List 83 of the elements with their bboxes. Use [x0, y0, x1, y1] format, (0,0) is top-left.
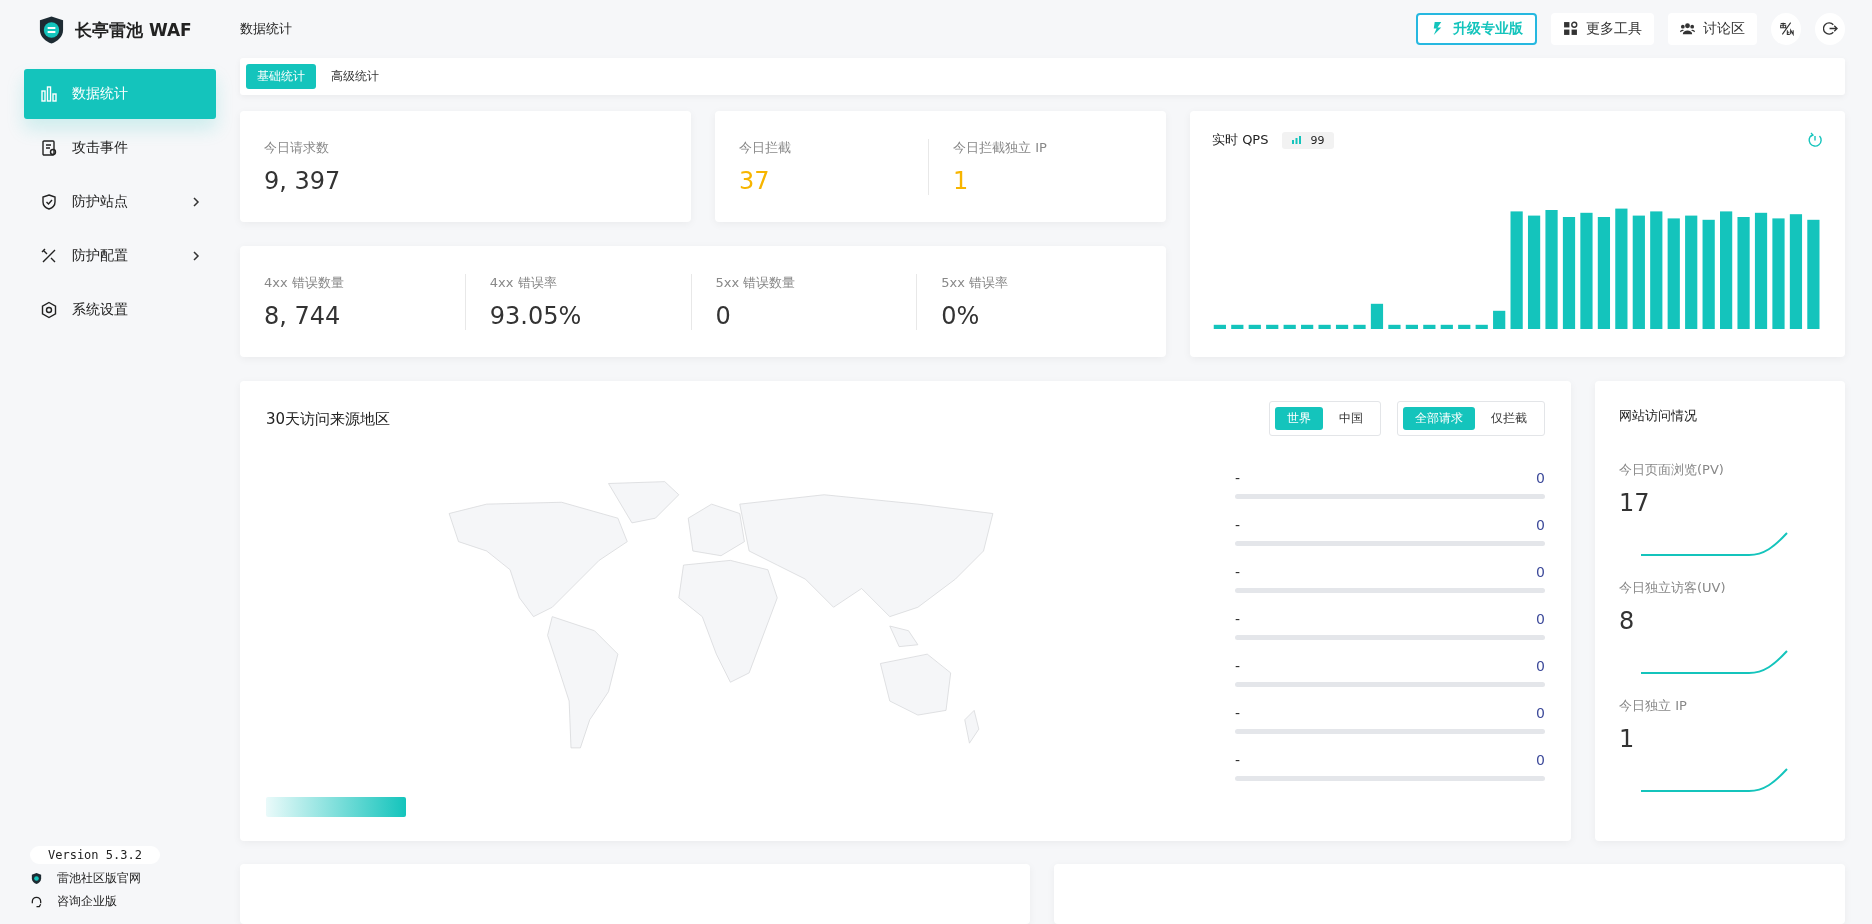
region-count: 0 — [1536, 517, 1545, 533]
qps-bar — [1301, 324, 1314, 329]
qps-bar — [1318, 324, 1331, 329]
stat-label: 4xx 错误数量 — [264, 273, 345, 292]
shield-icon — [30, 872, 43, 885]
stat-label: 4xx 错误率 — [489, 273, 558, 292]
region-count: 0 — [1536, 658, 1545, 674]
region-name: - — [1235, 658, 1241, 674]
shield-icon — [40, 193, 58, 211]
region-count: 0 — [1536, 611, 1545, 627]
qps-bar — [1353, 324, 1366, 329]
segment-option[interactable]: 中国 — [1327, 407, 1375, 430]
stat-label: 今日拦截独立 IP — [953, 138, 1048, 157]
stat-label: 5xx 错误率 — [941, 273, 1010, 292]
stat-label: 5xx 错误数量 — [715, 273, 797, 292]
settings-icon — [40, 301, 58, 319]
page-title: 数据统计 — [240, 19, 292, 38]
region-name: - — [1235, 705, 1241, 721]
qps-bar — [1423, 324, 1436, 329]
stat-value: 1 — [1619, 725, 1636, 753]
language-icon — [1778, 21, 1794, 37]
qps-title: 实时 QPS — [1212, 131, 1269, 149]
stat-value: 8 — [1619, 607, 1636, 635]
sidebar-item[interactable]: 攻击事件 — [24, 123, 216, 173]
qps-bar — [1335, 324, 1349, 329]
stat-value: 9, 397 — [264, 166, 341, 195]
apps-icon — [1563, 21, 1578, 37]
stat-value: 17 — [1619, 489, 1651, 517]
region-name: - — [1235, 564, 1241, 580]
region-count: 0 — [1536, 705, 1545, 721]
map-title: 30天访问来源地区 — [266, 410, 391, 429]
qps-bar — [1266, 324, 1279, 329]
sidebar-link[interactable]: 咨询企业版 — [30, 893, 240, 910]
logout-button[interactable] — [1815, 12, 1845, 45]
language-button[interactable] — [1771, 12, 1801, 45]
qps-bar — [1440, 324, 1453, 329]
sidebar-item[interactable]: 防护配置 — [24, 231, 216, 281]
qps-badge: 99 — [1282, 131, 1335, 149]
stat-value: 1 — [953, 166, 970, 195]
forum-button[interactable]: 讨论区 — [1668, 12, 1757, 45]
stat-label: 今日独立 IP — [1619, 697, 1688, 715]
stat-value: 93.05% — [489, 301, 583, 330]
region-name: - — [1235, 470, 1241, 486]
region-count: 0 — [1536, 564, 1545, 580]
qps-bar — [1405, 324, 1418, 329]
qps-bar — [1231, 324, 1244, 329]
tools-icon — [40, 247, 58, 265]
version-label: Version 5.3.2 — [30, 846, 160, 864]
region-count: 0 — [1536, 470, 1545, 486]
qps-bar — [1248, 324, 1261, 329]
qps-bar — [1283, 324, 1296, 329]
qps-bar — [1458, 324, 1471, 329]
qps-bar — [1388, 324, 1401, 329]
stat-label: 今日独立访客(UV) — [1619, 579, 1727, 597]
stat-label: 今日请求数 — [264, 138, 330, 157]
signal-icon — [1292, 136, 1303, 144]
region-count: 0 — [1536, 752, 1545, 768]
sidebar-item[interactable]: 系统设置 — [24, 285, 216, 335]
more-tools-button[interactable]: 更多工具 — [1551, 12, 1654, 45]
shield-logo-icon — [38, 15, 65, 45]
qps-bar — [1493, 310, 1506, 329]
users-icon — [1680, 21, 1695, 37]
segment-option[interactable]: 仅拦截 — [1479, 407, 1539, 430]
qps-bar — [1475, 324, 1488, 329]
stat-value: 8, 744 — [264, 301, 342, 330]
stat-value: 0 — [715, 301, 732, 330]
visits-title: 网站访问情况 — [1619, 407, 1698, 425]
sidebar-link[interactable]: 雷池社区版官网 — [30, 870, 240, 887]
stat-label: 今日拦截 — [739, 138, 792, 157]
stat-value: 0% — [941, 301, 981, 330]
qps-bar — [1370, 303, 1384, 329]
tab[interactable]: 高级统计 — [320, 63, 390, 89]
sidebar-item[interactable]: 防护站点 — [24, 177, 216, 227]
qps-bar — [1213, 324, 1226, 329]
region-name: - — [1235, 752, 1241, 768]
region-name: - — [1235, 611, 1241, 627]
stat-value: 37 — [739, 166, 771, 195]
logout-icon — [1822, 21, 1838, 37]
document-icon — [40, 139, 58, 157]
stat-label: 今日页面浏览(PV) — [1619, 461, 1725, 479]
bar-chart-icon — [40, 85, 58, 103]
brand-name: 长亭雷池 WAF — [75, 18, 192, 42]
region-name: - — [1235, 517, 1241, 533]
